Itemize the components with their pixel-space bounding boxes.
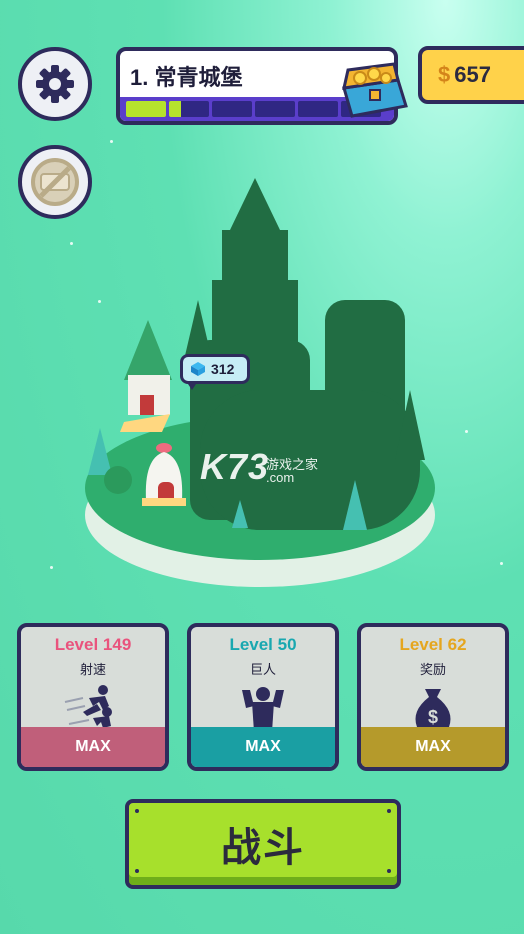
progress-segment bbox=[169, 101, 209, 117]
upgrade-card-reward[interactable]: Level 62 奖励 $ MAX bbox=[357, 623, 509, 771]
watermark: K73 游戏之家 .com bbox=[200, 446, 318, 488]
gem-count: 312 bbox=[211, 361, 235, 377]
max-button[interactable]: MAX bbox=[191, 727, 335, 767]
coin-amount: 657 bbox=[454, 62, 491, 87]
sparkle bbox=[465, 430, 468, 433]
progress-segment bbox=[255, 101, 295, 117]
upgrade-card-fire-rate[interactable]: Level 149 射速 MAX bbox=[17, 623, 169, 771]
sparkle bbox=[110, 140, 113, 143]
bubble-tail bbox=[186, 381, 198, 390]
sparkle bbox=[70, 242, 73, 245]
rivet bbox=[135, 869, 139, 873]
cube-gem-icon bbox=[191, 362, 205, 376]
progress-segment bbox=[126, 101, 166, 117]
rivet bbox=[135, 809, 139, 813]
progress-segment bbox=[298, 101, 338, 117]
settings-button[interactable] bbox=[18, 47, 92, 121]
rivet bbox=[387, 869, 391, 873]
fight-label: 战斗 bbox=[221, 826, 305, 870]
sparkle bbox=[50, 566, 53, 569]
coin-counter: $ 657 bbox=[418, 46, 524, 104]
progress-segment bbox=[212, 101, 252, 117]
gear-icon bbox=[36, 65, 74, 103]
upgrade-name: 巨人 bbox=[249, 662, 276, 677]
upgrade-level: Level 50 bbox=[229, 635, 297, 654]
max-button[interactable]: MAX bbox=[21, 727, 165, 767]
upgrade-name: 射速 bbox=[79, 662, 106, 677]
upgrade-level: Level 149 bbox=[54, 635, 132, 654]
upgrade-card-giant[interactable]: Level 50 巨人 MAX bbox=[187, 623, 339, 771]
island-scene bbox=[85, 178, 435, 587]
fight-button[interactable]: 战斗 bbox=[125, 799, 401, 889]
dollar-icon: $ bbox=[438, 62, 451, 87]
watermark-logo: K73 bbox=[200, 446, 270, 487]
gem-bubble[interactable]: 312 bbox=[180, 354, 250, 384]
rivet bbox=[387, 809, 391, 813]
max-button[interactable]: MAX bbox=[361, 727, 505, 767]
no-ads-icon bbox=[31, 158, 79, 206]
upgrade-level: Level 62 bbox=[399, 635, 467, 654]
money-bag-icon: $ bbox=[415, 689, 451, 731]
watermark-domain: .com bbox=[266, 470, 295, 485]
svg-text:$: $ bbox=[428, 707, 438, 727]
level-title: 1. 常青城堡 bbox=[130, 65, 243, 90]
treasure-chest-icon[interactable] bbox=[338, 58, 410, 126]
sparkle bbox=[500, 562, 503, 565]
muscle-man-icon bbox=[242, 687, 284, 732]
upgrade-name: 奖励 bbox=[419, 662, 446, 677]
